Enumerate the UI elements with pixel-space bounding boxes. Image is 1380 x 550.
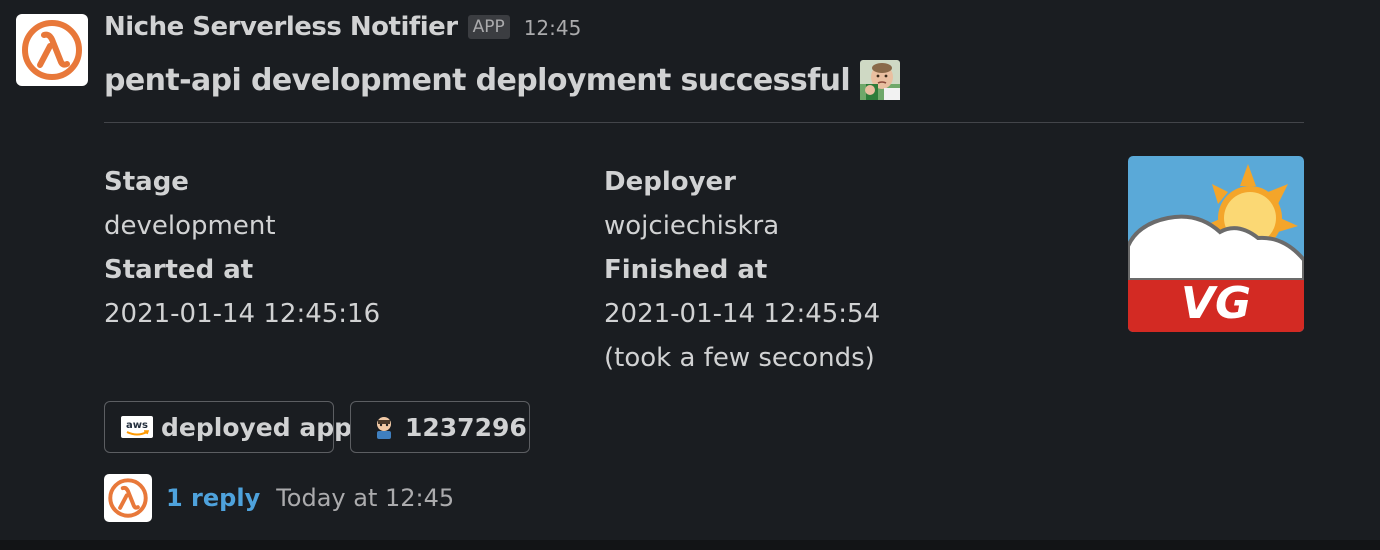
headline-text: pent-api development deployment successf… [104, 62, 851, 98]
reply-timestamp: Today at 12:45 [276, 484, 455, 512]
header-divider [104, 122, 1304, 123]
thread-summary[interactable]: 1 reply Today at 12:45 [104, 474, 454, 522]
finished-at-label: Finished at [604, 255, 768, 285]
app-badge: APP [467, 15, 510, 39]
fields-left-column: Stage development Started at 2021-01-14 … [104, 160, 380, 336]
message-headline: pent-api development deployment successf… [104, 60, 901, 100]
reply-count-link[interactable]: 1 reply [166, 484, 260, 512]
run-id-label: 1237296 [405, 412, 527, 442]
svg-text:aws: aws [126, 420, 148, 431]
deployed-app-label: deployed app [161, 412, 353, 442]
vg-logo-text: VG [1181, 278, 1251, 329]
deployed-app-button[interactable]: aws deployed app [104, 401, 352, 453]
deployer-label: Deployer [604, 167, 737, 197]
run-id-button[interactable]: 1237296 [350, 401, 530, 453]
bottom-border [0, 540, 1380, 550]
github-actions-octocat-icon [371, 414, 397, 440]
app-avatar-lambda-icon[interactable] [16, 14, 88, 86]
message-timestamp[interactable]: 12:45 [524, 16, 582, 40]
app-name[interactable]: Niche Serverless Notifier [104, 12, 458, 42]
vg-weather-logo-icon[interactable]: VG [1128, 156, 1304, 332]
started-at-value: 2021-01-14 12:45:16 [104, 299, 381, 329]
started-at-label: Started at [104, 255, 254, 285]
finished-at-value: 2021-01-14 12:45:54 [604, 299, 881, 329]
duration-note: (took a few seconds) [604, 343, 875, 373]
success-kid-emoji-icon [860, 60, 901, 100]
reply-avatar-lambda-icon [104, 474, 152, 522]
fields-right-column: Deployer wojciechiskra Finished at 2021-… [604, 160, 880, 380]
deployer-value: wojciechiskra [604, 211, 780, 241]
aws-icon: aws [121, 416, 153, 438]
stage-label: Stage [104, 167, 189, 197]
message-header: Niche Serverless Notifier APP 12:45 [104, 12, 581, 42]
stage-value: development [104, 211, 276, 241]
